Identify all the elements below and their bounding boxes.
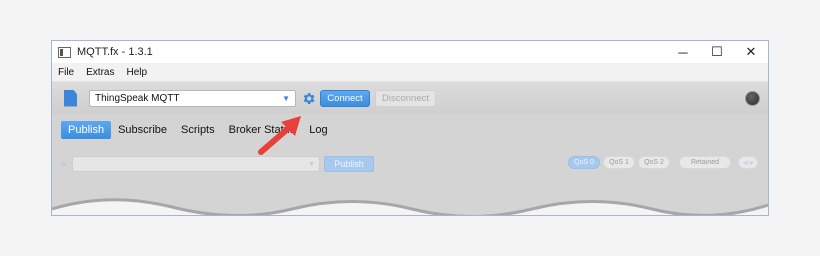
minimize-button[interactable]: ─	[666, 45, 700, 60]
tab-publish[interactable]: Publish	[61, 121, 112, 139]
document-icon	[64, 89, 77, 107]
title-bar: MQTT.fx - 1.3.1 ─ ☐ ✕	[52, 41, 768, 63]
app-icon	[58, 46, 71, 58]
expand-icon[interactable]: »	[61, 159, 66, 169]
chevron-down-icon: ▼	[308, 160, 316, 168]
connection-toolbar: ThingSpeak MQTT ▼ Connect Disconnect	[52, 82, 768, 115]
retained-toggle[interactable]: Retained	[679, 156, 731, 169]
topic-select[interactable]: ▼	[72, 156, 321, 172]
menu-file[interactable]: File	[58, 67, 74, 78]
connect-button[interactable]: Connect	[320, 89, 370, 107]
qos-2-toggle[interactable]: QoS 2	[638, 156, 670, 169]
connection-status-indicator	[745, 90, 760, 106]
tab-subscribe[interactable]: Subscribe	[111, 121, 174, 139]
tab-scripts[interactable]: Scripts	[174, 121, 222, 139]
maximize-button[interactable]: ☐	[700, 44, 734, 60]
qos-0-toggle[interactable]: QoS 0	[568, 156, 600, 169]
qos-group: QoS 0 QoS 1 QoS 2 Retained ≪▾	[568, 156, 761, 169]
disconnect-button[interactable]: Disconnect	[375, 89, 436, 107]
torn-edge	[52, 198, 768, 215]
gear-icon[interactable]	[301, 91, 316, 106]
publish-button[interactable]: Publish	[324, 156, 375, 172]
menu-help[interactable]: Help	[126, 67, 147, 78]
publish-row: » ▼ Publish QoS 0 QoS 1 QoS 2 Retained ≪…	[52, 154, 768, 174]
menu-bar: File Extras Help	[52, 63, 768, 82]
connection-profile-select[interactable]: ThingSpeak MQTT ▼	[89, 89, 296, 107]
more-options-button[interactable]: ≪▾	[738, 156, 758, 169]
red-arrow-icon	[258, 116, 301, 155]
qos-1-toggle[interactable]: QoS 1	[603, 156, 635, 169]
close-button[interactable]: ✕	[734, 44, 768, 60]
app-window: MQTT.fx - 1.3.1 ─ ☐ ✕ File Extras Help T…	[51, 40, 769, 216]
menu-extras[interactable]: Extras	[86, 67, 114, 78]
chevron-down-icon: ▼	[282, 93, 290, 103]
window-title: MQTT.fx - 1.3.1	[77, 46, 153, 58]
connection-profile-value: ThingSpeak MQTT	[95, 92, 180, 104]
